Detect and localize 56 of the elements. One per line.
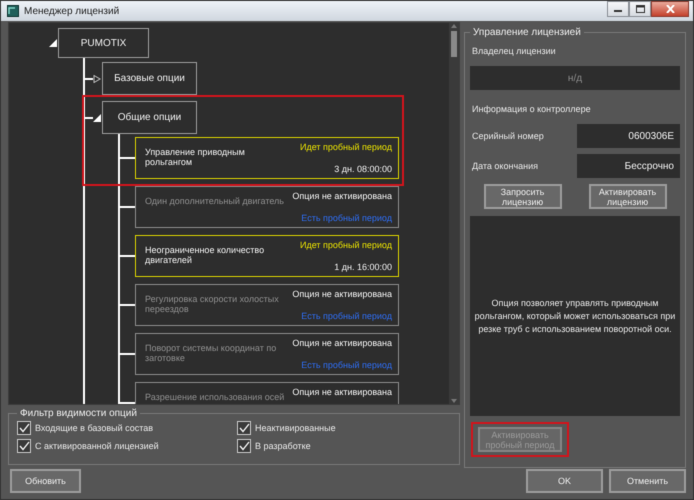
license-button[interactable]: Запросить лицензию bbox=[484, 184, 562, 209]
value-field: Бессрочно bbox=[577, 154, 680, 178]
field-label: Серийный номер bbox=[471, 130, 545, 143]
option-status: Опция не активирована bbox=[292, 338, 392, 348]
checkbox[interactable] bbox=[237, 439, 251, 453]
option-name: Поворот системы координат по заготовке bbox=[145, 343, 278, 363]
scrollbar[interactable] bbox=[449, 23, 459, 404]
option-status: Опция не активирована bbox=[292, 289, 392, 299]
checkbox-label[interactable]: Неактивированные bbox=[255, 423, 336, 433]
app-icon bbox=[7, 5, 19, 17]
checkbox-label[interactable]: Входящие в базовый состав bbox=[35, 423, 154, 433]
minimize-button[interactable] bbox=[607, 1, 629, 17]
option-name: Разрешение использования осей bbox=[145, 392, 286, 402]
scroll-up-icon[interactable] bbox=[451, 23, 457, 29]
tree-toggle-icon[interactable] bbox=[49, 39, 57, 47]
ok-button[interactable]: OK bbox=[526, 469, 603, 493]
option-name: Регулировка скорости холостых переездов bbox=[145, 294, 280, 314]
option-card[interactable]: Управление приводным рольгангом Идет пробный период 3 дн. 08:00:00 bbox=[135, 137, 399, 179]
scrollbar-thumb[interactable] bbox=[451, 31, 457, 57]
maximize-icon bbox=[636, 5, 644, 13]
close-icon bbox=[666, 5, 674, 13]
option-name: Один дополнительный двигатель bbox=[145, 196, 285, 206]
option-description: Опция позволяет управлять приводным рольгангом, который может использоваться при резке труб с использованием поворотной оси. bbox=[470, 216, 680, 416]
field-label: Владелец лицензии bbox=[471, 45, 557, 58]
checkbox-label[interactable]: С активированной лицензией bbox=[35, 441, 159, 451]
tree-node[interactable]: PUMOTIX bbox=[58, 28, 149, 58]
checkbox[interactable] bbox=[237, 421, 251, 435]
option-card[interactable]: Неограниченное количество двигателей Идет пробный период 1 дн. 16:00:00 bbox=[135, 235, 399, 277]
option-status: Опция не активирована bbox=[292, 387, 392, 397]
cancel-button[interactable]: Отменить bbox=[609, 469, 686, 493]
section-heading: Информация о контроллере bbox=[471, 103, 592, 116]
group-title: Управление лицензией bbox=[472, 27, 582, 38]
license-button[interactable]: Активировать лицензию bbox=[588, 184, 666, 209]
scroll-down-icon[interactable] bbox=[451, 398, 457, 404]
option-status: Идет пробный период bbox=[300, 240, 392, 250]
value-field: 0600306E bbox=[577, 124, 680, 148]
owner-field: н/д bbox=[470, 66, 680, 90]
trial-remaining-time: 3 дн. 08:00:00 bbox=[334, 164, 392, 174]
refresh-button[interactable]: Обновить bbox=[10, 469, 81, 493]
trial-remaining-time: 1 дн. 16:00:00 bbox=[334, 262, 392, 272]
option-status: Опция не активирована bbox=[292, 191, 392, 201]
tree-toggle-icon[interactable] bbox=[93, 74, 101, 82]
field-label: Дата окончания bbox=[471, 160, 540, 173]
checkbox[interactable] bbox=[17, 439, 31, 453]
group-title: Фильтр видимости опций bbox=[19, 408, 138, 419]
checkbox-label[interactable]: В разработке bbox=[255, 441, 311, 451]
tree-toggle-icon[interactable] bbox=[93, 114, 101, 122]
tree-node[interactable]: Базовые опции bbox=[102, 62, 197, 95]
checkbox[interactable] bbox=[17, 421, 31, 435]
option-name: Неограниченное количество двигателей bbox=[145, 245, 266, 265]
option-status: Идет пробный период bbox=[300, 142, 392, 152]
maximize-button[interactable] bbox=[629, 1, 651, 17]
window-title: Менеджер лицензий bbox=[24, 6, 120, 16]
close-button[interactable] bbox=[651, 1, 689, 17]
option-name: Управление приводным рольгангом bbox=[145, 147, 246, 167]
tree-node[interactable]: Общие опции bbox=[102, 101, 197, 134]
